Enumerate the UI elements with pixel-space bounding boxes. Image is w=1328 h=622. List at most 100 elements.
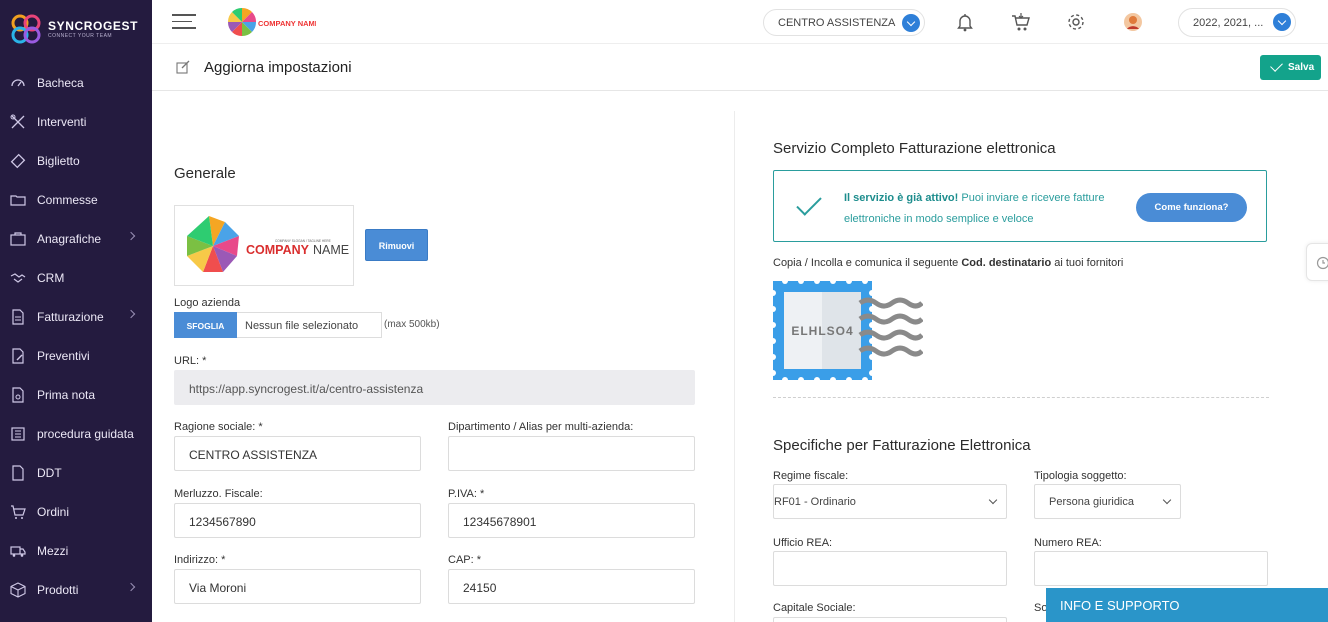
gear-icon[interactable] [1065, 11, 1087, 33]
sidebar-item-biglietto[interactable]: Biglietto [0, 141, 152, 180]
ufficio-rea-label: Ufficio REA: [773, 537, 833, 549]
sidebar-item-label: DDT [37, 465, 62, 480]
sidebar-nav: Bacheca Interventi Biglietto Commesse An… [0, 63, 152, 609]
sidebar-item-anagrafiche[interactable]: Anagrafiche [0, 219, 152, 258]
piva-field[interactable]: 12345678901 [448, 503, 695, 538]
chevron-down-icon [988, 495, 998, 505]
sidebar-item-label: Ordini [37, 504, 70, 519]
indirizzo-field[interactable]: Via Moroni [174, 569, 421, 604]
sidebar-item-prima-nota[interactable]: Prima nota [0, 375, 152, 414]
indirizzo-label: Indirizzo: * [174, 554, 226, 566]
numero-rea-field[interactable] [1034, 551, 1268, 586]
recipient-code-stamp[interactable]: ELHLSO4 [773, 281, 923, 380]
column-divider [734, 111, 735, 622]
tools-icon [10, 114, 25, 128]
section-specifiche-title: Specifiche per Fatturazione Elettronica [773, 437, 1031, 454]
recipient-code: ELHLSO4 [791, 324, 853, 338]
file-name-display[interactable]: Nessun file selezionato [237, 312, 382, 338]
sidebar-item-ordini[interactable]: Ordini [0, 492, 152, 531]
browse-button[interactable]: SFOGLIA [174, 312, 237, 338]
sidebar-item-procedura-guidata[interactable]: procedura guidata [0, 414, 152, 453]
copy-prefix: Copia / Incolla e comunica il seguente [773, 257, 962, 269]
chevron-right-icon [126, 582, 136, 592]
chevron-right-icon [126, 309, 136, 319]
logo-image: COMPANY NAME COMPANY SLOGAN / TAGLINE HE… [187, 216, 349, 272]
sidebar-item-label: Mezzi [37, 543, 69, 558]
codice-fiscale-field[interactable]: 1234567890 [174, 503, 421, 538]
check-icon [1270, 59, 1283, 72]
year-select[interactable]: 2022, 2021, ... [1178, 8, 1296, 37]
tipologia-soggetto-select[interactable]: Persona giuridica [1034, 484, 1181, 519]
sidebar-item-label: CRM [37, 270, 65, 285]
brand-name: SYNCROGEST [48, 19, 139, 33]
ufficio-rea-field[interactable] [773, 551, 1007, 586]
url-label: URL: * [174, 355, 207, 367]
bell-icon[interactable] [954, 11, 976, 33]
ledger-icon [12, 386, 24, 403]
brand-logo-icon [11, 14, 41, 44]
sidebar-item-preventivi[interactable]: Preventivi [0, 336, 152, 375]
save-label: Salva [1288, 62, 1315, 73]
copy-suffix: ai tuoi fornitori [1051, 257, 1124, 269]
ticket-icon [10, 153, 26, 168]
numero-rea-label: Numero REA: [1034, 537, 1102, 549]
sidebar-item-interventi[interactable]: Interventi [0, 102, 152, 141]
service-active-box: Il servizio è già attivo! Puoi inviare e… [773, 170, 1267, 242]
top-header: COMPANY NAME CENTRO ASSISTENZA 2022, 202… [152, 0, 1328, 44]
check-icon [796, 190, 822, 216]
avatar[interactable] [1122, 11, 1144, 33]
codice-fiscale-label: Merluzzo. Fiscale: [174, 488, 263, 500]
sidebar-item-crm[interactable]: CRM [0, 258, 152, 297]
sidebar-item-mezzi[interactable]: Mezzi [0, 531, 152, 570]
sidebar-item-label: Fatturazione [37, 309, 104, 324]
page-title-bar: Aggiorna impostazioni Salva [152, 44, 1328, 91]
section-generale-title: Generale [174, 165, 236, 182]
sidebar-item-label: Preventivi [37, 348, 90, 363]
brand[interactable]: SYNCROGEST CONNECT YOUR TEAM [8, 10, 148, 48]
sidebar-item-bacheca[interactable]: Bacheca [0, 63, 152, 102]
cart-icon[interactable] [1010, 11, 1032, 33]
chevron-right-icon [126, 231, 136, 241]
ddt-icon [12, 464, 24, 481]
company-select[interactable]: CENTRO ASSISTENZA [763, 9, 925, 36]
ragione-sociale-field[interactable]: CENTRO ASSISTENZA [174, 436, 421, 471]
sidebar-item-prodotti[interactable]: Prodotti [0, 570, 152, 609]
url-field[interactable]: https://app.syncrogest.it/a/centro-assis… [174, 370, 695, 405]
logo-file-input[interactable]: SFOGLIA Nessun file selezionato [174, 312, 382, 338]
info-support-button[interactable]: INFO E SUPPORTO [1046, 588, 1328, 622]
invoice-icon [12, 308, 24, 325]
sidebar-item-label: Prima nota [37, 387, 96, 402]
ragione-sociale-label: Ragione sociale: * [174, 421, 263, 433]
logo-company-text: COMPANY [246, 243, 310, 257]
copy-code-instructions: Copia / Incolla e comunica il seguente C… [773, 257, 1123, 269]
dipartimento-field[interactable] [448, 436, 695, 471]
how-it-works-button[interactable]: Come funziona? [1136, 193, 1247, 222]
service-active-bold: Il servizio è già attivo! [844, 192, 959, 204]
sidebar-item-commesse[interactable]: Commesse [0, 180, 152, 219]
sidebar-item-label: Prodotti [37, 582, 79, 597]
regime-fiscale-select[interactable]: RF01 - Ordinario [773, 484, 1007, 519]
capitale-sociale-label: Capitale Sociale: [773, 602, 856, 614]
handshake-icon [10, 272, 26, 283]
cap-field[interactable]: 24150 [448, 569, 695, 604]
remove-logo-button[interactable]: Rimuovi [365, 229, 428, 261]
sidebar-item-label: Commesse [37, 192, 98, 207]
regime-fiscale-value: RF01 - Ordinario [774, 496, 856, 508]
quote-icon [12, 347, 24, 364]
sidebar-item-ddt[interactable]: DDT [0, 453, 152, 492]
menu-toggle-icon[interactable] [172, 14, 196, 30]
history-side-tab[interactable] [1306, 243, 1328, 281]
capitale-sociale-field[interactable] [773, 617, 1007, 622]
top-logo-text: COMPANY NAME [258, 19, 316, 28]
logo-slogan: COMPANY SLOGAN / TAGLINE HERE [275, 239, 331, 243]
dipartimento-label: Dipartimento / Alias per multi-azienda: [448, 421, 634, 433]
sidebar-item-label: procedura guidata [37, 426, 134, 441]
section-fatturazione-title: Servizio Completo Fatturazione elettroni… [773, 140, 1056, 157]
chevron-down-icon [902, 14, 920, 32]
logo-preview: COMPANY NAME COMPANY SLOGAN / TAGLINE HE… [174, 205, 354, 286]
save-button[interactable]: Salva [1260, 55, 1321, 80]
sidebar-item-fatturazione[interactable]: Fatturazione [0, 297, 152, 336]
truck-icon [10, 545, 26, 557]
company-logo[interactable]: COMPANY NAME [226, 4, 316, 40]
dashboard-icon [11, 78, 25, 86]
